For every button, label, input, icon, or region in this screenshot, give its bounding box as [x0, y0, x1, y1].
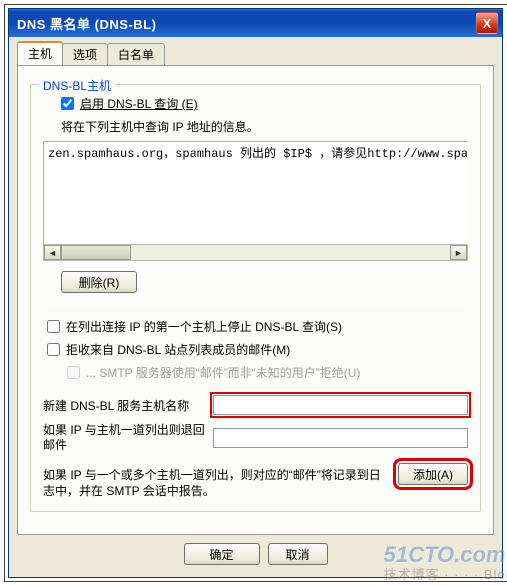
tab-host[interactable]: 主机 [17, 41, 63, 65]
stop-first-checkbox[interactable] [47, 320, 60, 333]
lookup-hint: 将在下列主机中查询 IP 地址的信息。 [61, 118, 468, 135]
log-note: 如果 IP 与一个或多个主机一道列出，则对应的“邮件”将记录到日志中，并在 SM… [43, 467, 398, 499]
titlebar: DNS 黑名单 (DNS-BL) X [9, 9, 502, 37]
tab-options[interactable]: 选项 [62, 43, 108, 66]
scroll-left-icon[interactable]: ◄ [44, 245, 61, 260]
window-title: DNS 黑名单 (DNS-BL) [17, 14, 476, 33]
enable-dnsbl-checkbox[interactable] [61, 97, 74, 110]
reject-member-checkbox[interactable] [47, 343, 60, 356]
stop-first-label: 在列出连接 IP 的第一个主机上停止 DNS-BL 查询(S) [66, 318, 342, 335]
hosts-list [43, 141, 468, 245]
tab-whitelist[interactable]: 白名单 [107, 43, 165, 66]
return-mail-label: 如果 IP 与主机一道列出则退回邮件 [43, 423, 213, 453]
new-host-label: 新建 DNS-BL 服务主机名称 [43, 397, 213, 414]
dialog-window: DNS 黑名单 (DNS-BL) X 主机 选项 白名单 DNS-BL主机 启用… [8, 8, 503, 578]
smtp-reject-label: ... SMTP 服务器使用“邮件”而非“未知的用户”拒绝(U) [86, 364, 360, 381]
new-host-input[interactable] [213, 395, 468, 415]
dnsbl-host-group: DNS-BL主机 启用 DNS-BL 查询 (E) 将在下列主机中查询 IP 地… [30, 84, 481, 512]
close-icon[interactable]: X [476, 12, 498, 34]
smtp-reject-checkbox [67, 366, 80, 379]
tabstrip: 主机 选项 白名单 [17, 43, 494, 65]
return-mail-input[interactable] [213, 428, 468, 448]
add-button[interactable]: 添加(A) [398, 463, 468, 485]
scroll-track[interactable] [61, 245, 450, 260]
remove-button[interactable]: 删除(R) [61, 271, 137, 293]
scroll-thumb[interactable] [61, 245, 131, 260]
group-legend: DNS-BL主机 [39, 77, 115, 94]
divider [43, 305, 468, 306]
dialog-buttons: 确定 取消 [17, 535, 494, 569]
ok-button[interactable]: 确定 [184, 543, 260, 565]
hosts-textarea[interactable] [44, 142, 467, 244]
enable-dnsbl-label: 启用 DNS-BL 查询 (E) [80, 95, 198, 112]
reject-member-label: 拒收来自 DNS-BL 站点列表成员的邮件(M) [66, 341, 290, 358]
scroll-right-icon[interactable]: ► [450, 245, 467, 260]
tabpanel-host: DNS-BL主机 启用 DNS-BL 查询 (E) 将在下列主机中查询 IP 地… [17, 65, 494, 535]
cancel-button[interactable]: 取消 [268, 543, 328, 565]
hosts-hscrollbar[interactable]: ◄ ► [43, 244, 468, 261]
